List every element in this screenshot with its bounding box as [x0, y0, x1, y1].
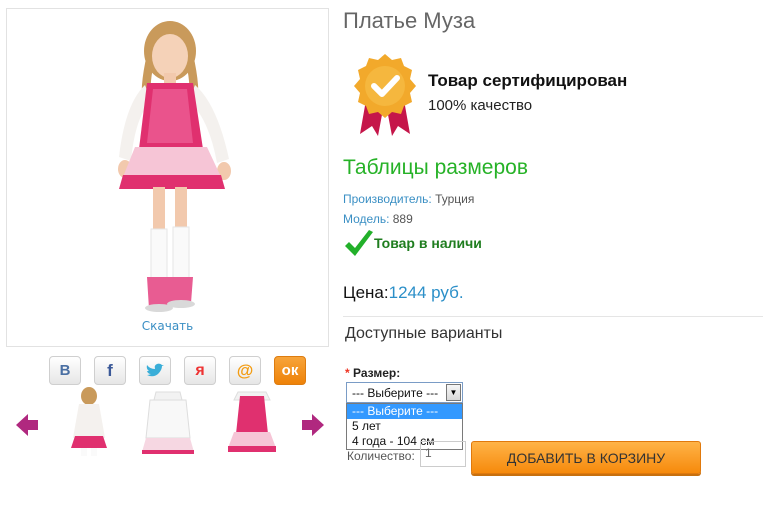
price: Цена:1244 руб. — [343, 283, 464, 303]
variants-heading: Доступные варианты — [345, 325, 503, 342]
quantity-label: Количество: — [347, 449, 415, 463]
odnoklassniki-icon[interactable]: я — [184, 356, 216, 385]
certificate-title: Товар сертифицирован — [428, 71, 628, 90]
facebook-icon[interactable]: f — [94, 356, 126, 385]
product-title: Платье Муза — [343, 8, 476, 33]
next-arrow-icon[interactable] — [300, 412, 326, 438]
price-label: Цена: — [343, 283, 389, 302]
prev-arrow-icon[interactable] — [14, 412, 40, 438]
mail-icon[interactable]: @ — [229, 356, 261, 385]
manufacturer-value: Турция — [435, 192, 475, 206]
stock-status: Товар в наличи — [374, 235, 482, 251]
size-table-link[interactable]: Таблицы размеров — [343, 156, 528, 180]
size-select-value: --- Выберите --- — [352, 386, 439, 400]
price-value: 1244 руб. — [388, 283, 464, 302]
certificate-badge-icon — [352, 52, 418, 142]
quantity-input[interactable]: 1 — [420, 441, 466, 467]
model-row: Модель: 889 — [343, 212, 413, 226]
size-option[interactable]: 5 лет — [347, 419, 462, 434]
add-to-cart-button[interactable]: ДОБАВИТЬ В КОРЗИНУ — [471, 441, 701, 474]
thumbnail-image[interactable] — [57, 386, 121, 458]
size-label-text: Размер: — [353, 366, 401, 380]
thumbnail-image[interactable] — [136, 386, 200, 458]
model-label: Модель: — [343, 212, 390, 226]
twitter-icon[interactable] — [139, 356, 171, 385]
in-stock-check-icon — [343, 230, 375, 262]
manufacturer-row: Производитель: Турция — [343, 192, 474, 206]
certificate-subtitle: 100% качество — [428, 97, 533, 114]
size-option-label: * Размер: — [345, 366, 400, 380]
size-option[interactable]: --- Выберите --- — [347, 404, 462, 419]
thumbnail-image[interactable] — [220, 386, 284, 458]
chevron-down-icon[interactable]: ▼ — [446, 384, 461, 401]
divider — [343, 316, 763, 317]
main-product-image[interactable] — [6, 8, 329, 347]
ok-icon[interactable]: ок — [274, 356, 306, 385]
vk-icon[interactable]: В — [49, 356, 81, 385]
manufacturer-label[interactable]: Производитель: — [343, 192, 432, 206]
model-value: 889 — [392, 212, 413, 226]
size-select[interactable]: --- Выберите --- ▼ — [346, 382, 463, 403]
required-mark: * — [345, 366, 350, 380]
download-link[interactable]: Скачать — [6, 319, 329, 333]
